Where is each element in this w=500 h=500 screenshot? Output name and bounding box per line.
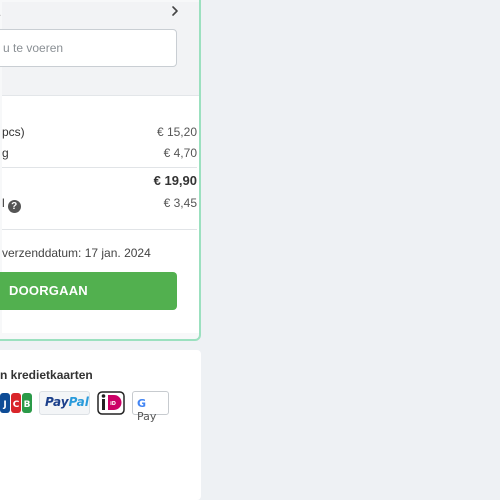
tax-label: l xyxy=(2,196,5,210)
summary-row-value: € 15,20 xyxy=(156,125,197,139)
continue-button[interactable]: DOORGAAN xyxy=(0,272,177,310)
gpay-text-b: Pay xyxy=(137,410,157,423)
summary-divider xyxy=(2,229,197,230)
google-pay-logo-icon: G Pay xyxy=(132,391,169,423)
summary-row-value: € 4,70 xyxy=(163,146,197,160)
tax-label-wrap: l? xyxy=(2,196,21,213)
main-content-area xyxy=(202,0,500,500)
svg-text:J: J xyxy=(2,400,6,410)
svg-text:C: C xyxy=(13,400,20,410)
payment-methods-title: n kredietkaarten xyxy=(0,368,93,382)
coupon-input[interactable]: u te voeren xyxy=(0,29,177,67)
coupon-title[interactable]: e xyxy=(0,8,1,23)
paypal-text-a: Pay xyxy=(45,395,69,409)
help-icon[interactable]: ? xyxy=(7,200,21,213)
chevron-right-icon[interactable] xyxy=(168,4,182,18)
svg-text:B: B xyxy=(24,400,31,410)
paypal-text-b: Pal xyxy=(68,395,89,409)
summary-row-label: g xyxy=(2,146,9,160)
shipping-date: verzenddatum: 17 jan. 2024 xyxy=(2,246,151,260)
svg-text:iD: iD xyxy=(110,401,116,407)
coupon-input-placeholder: u te voeren xyxy=(3,41,64,55)
checkout-sidebar: e u te voeren pcs) € 15,20 g € 4,70 € 19… xyxy=(0,0,202,500)
summary-divider xyxy=(2,167,197,168)
tax-value: € 3,45 xyxy=(163,196,197,210)
gpay-text-a: G xyxy=(137,397,147,410)
summary-row-label: pcs) xyxy=(2,125,25,139)
jcb-logo-icon: J C B xyxy=(0,393,32,413)
ideal-logo-icon: iD xyxy=(97,391,125,415)
price-summary: pcs) € 15,20 g € 4,70 € 19,90 l? € 3,45 … xyxy=(0,95,199,333)
total-value: € 19,90 xyxy=(153,173,197,188)
order-summary-card: e u te voeren pcs) € 15,20 g € 4,70 € 19… xyxy=(0,0,201,341)
paypal-logo-icon: PayPal xyxy=(39,391,90,415)
coupon-section: e u te voeren xyxy=(0,2,199,103)
